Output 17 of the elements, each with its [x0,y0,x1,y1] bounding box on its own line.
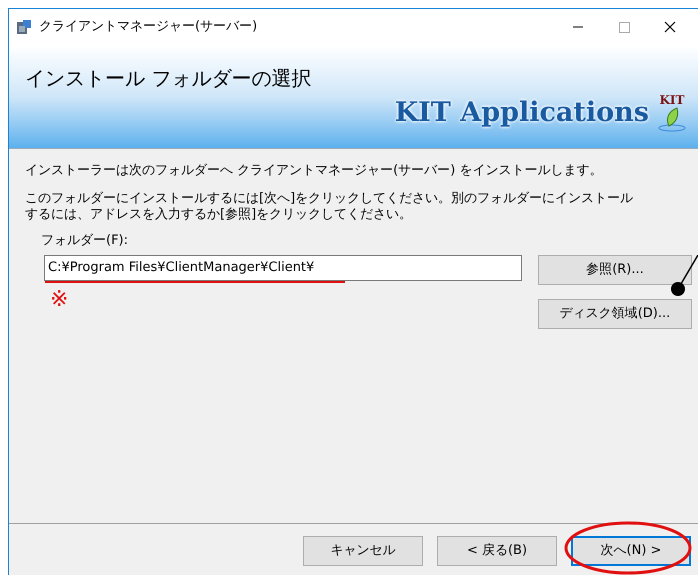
logo-text: KIT Applications [394,96,649,130]
window-title: クライアントマネージャー(サーバー) [39,18,258,36]
leader-line [669,255,698,298]
browse-button[interactable]: 参照(R)... [538,254,692,284]
info-text: インストーラーは次のフォルダーへ クライアントマネージャー(サーバー) をインストールします。 [25,163,604,179]
note-mark: ※ [50,288,68,310]
cancel-button[interactable]: キャンセル [303,536,423,566]
disk-space-button[interactable]: ディスク領域(D)... [538,298,692,328]
page-heading: インストール フォルダーの選択 [25,65,312,92]
logo-mark: KIT [660,94,684,106]
folder-label: フォルダー(F): [41,232,130,250]
next-button[interactable]: 次へ(N) > [571,536,691,566]
installer-icon [15,18,33,36]
back-button[interactable]: < 戻る(B) [437,536,557,566]
leaf-icon [657,106,687,132]
instruction-text: このフォルダーにインストールするには[次へ]をクリックしてください。別のフォルダーにインストールするには、アドレスを入力するか[参照]をクリックしてください。 [25,191,634,223]
folder-path-field[interactable]: C:¥Program Files¥ClientManager¥Client¥ [44,254,522,280]
